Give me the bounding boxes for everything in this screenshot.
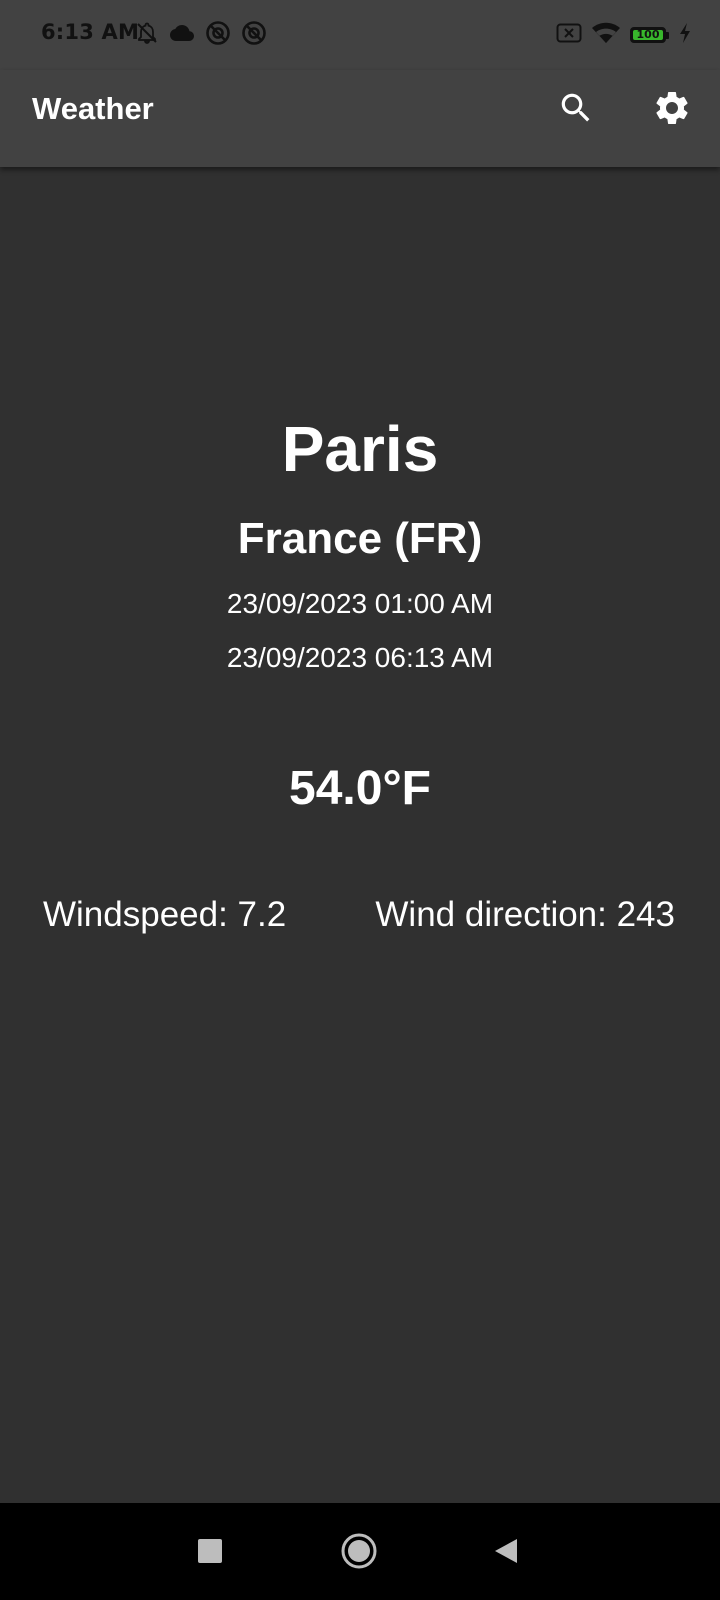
wifi-icon [591, 21, 621, 49]
status-bar: 6:13 AM 100 [0, 0, 720, 70]
bell-off-icon [135, 21, 159, 49]
circle-at-icon [241, 20, 267, 50]
status-icons-right: 100 [556, 21, 692, 49]
charging-bolt-icon [678, 22, 692, 48]
battery-icon: 100 [630, 27, 669, 43]
updated-time: 23/09/2023 06:13 AM [226, 642, 494, 673]
app-title: Weather [32, 91, 154, 126]
windspeed: Windspeed: 7.2 [43, 895, 287, 934]
battery-level: 100 [636, 28, 660, 41]
back-icon [493, 1537, 519, 1569]
temperature: 54.0°F [289, 762, 431, 815]
local-time: 23/09/2023 01:00 AM [226, 588, 494, 619]
search-icon [557, 89, 595, 131]
back-button[interactable] [478, 1525, 534, 1581]
recents-button[interactable] [182, 1525, 238, 1581]
status-time: 6:13 AM [41, 20, 140, 44]
home-button[interactable] [331, 1525, 387, 1581]
circle-at-icon [205, 20, 231, 50]
home-icon [340, 1532, 378, 1574]
recents-icon [197, 1538, 223, 1568]
navigation-bar [0, 1503, 720, 1600]
city-name: Paris [281, 413, 439, 485]
app-bar: Weather [0, 70, 720, 167]
cloud-icon [169, 23, 195, 47]
search-button[interactable] [548, 82, 604, 138]
country-name: France (FR) [237, 514, 483, 563]
wind-direction: Wind direction: 243 [375, 895, 675, 934]
settings-icon [652, 88, 692, 132]
weather-content: Paris France (FR) 23/09/2023 01:00 AM 23… [0, 167, 720, 1503]
settings-button[interactable] [644, 82, 700, 138]
sim-off-icon [556, 22, 582, 48]
status-icons-left [135, 21, 267, 49]
